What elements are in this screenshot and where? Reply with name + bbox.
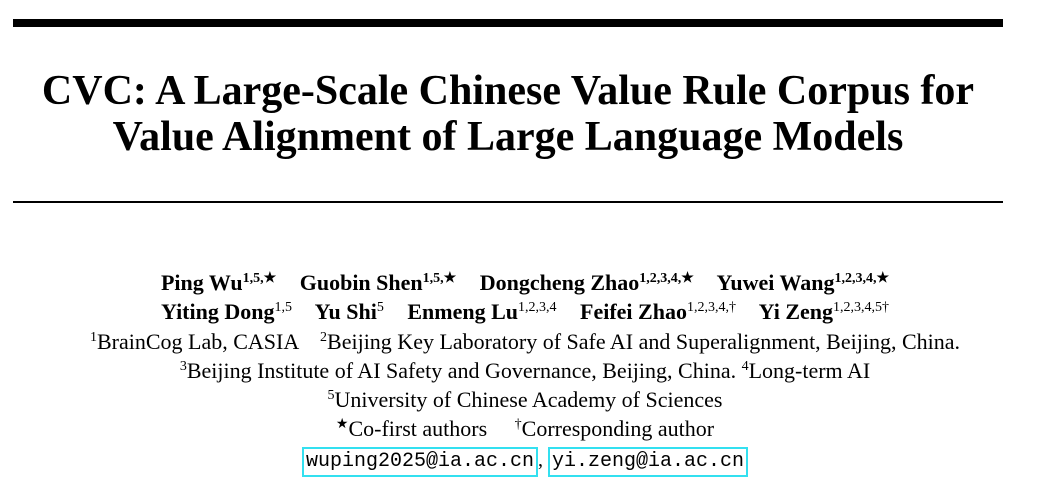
author-row-1: Ping Wu1,5,★ Guobin Shen1,5,★ Dongcheng … bbox=[0, 268, 1038, 297]
title-line-1: CVC: A Large-Scale Chinese Value Rule Co… bbox=[41, 68, 975, 114]
author-row-2: Yiting Dong1,5 Yu Shi5 Enmeng Lu1,2,3,4 … bbox=[0, 297, 1038, 326]
affiliation-3: Beijing Institute of AI Safety and Gover… bbox=[186, 358, 737, 383]
affiliation-5: University of Chinese Academy of Science… bbox=[334, 387, 723, 412]
dagger-icon: † bbox=[514, 417, 522, 432]
author: Enmeng Lu1,2,3,4 bbox=[407, 299, 557, 324]
affiliation-2: Beijing Key Laboratory of Safe AI and Su… bbox=[327, 329, 961, 354]
bottom-rule bbox=[13, 201, 1003, 203]
affiliation-4: Long-term AI bbox=[748, 358, 871, 383]
author: Yi Zeng1,2,3,4,5† bbox=[758, 299, 889, 324]
email-link-wuping[interactable]: wuping2025@ia.ac.cn bbox=[301, 447, 538, 477]
top-rule bbox=[13, 19, 1003, 27]
author-list: Ping Wu1,5,★ Guobin Shen1,5,★ Dongcheng … bbox=[0, 268, 1038, 326]
author: Feifei Zhao1,2,3,4,† bbox=[580, 299, 736, 324]
affiliations: 1BrainCog Lab, CASIA 2Beijing Key Labora… bbox=[0, 327, 1038, 443]
author: Yiting Dong1,5 bbox=[161, 299, 292, 324]
email-link-yizeng[interactable]: yi.zeng@ia.ac.cn bbox=[548, 447, 749, 477]
author-notes: ★Co-first authors †Corresponding author bbox=[335, 416, 715, 441]
affiliation-row-2: 3Beijing Institute of AI Safety and Gove… bbox=[179, 358, 871, 383]
author: Ping Wu1,5,★ bbox=[160, 270, 277, 295]
author: Guobin Shen1,5,★ bbox=[299, 270, 457, 295]
paper-title: CVC: A Large-Scale Chinese Value Rule Co… bbox=[0, 68, 1016, 160]
star-icon: ★ bbox=[335, 417, 349, 432]
email-list: wuping2025@ia.ac.cn, yi.zeng@ia.ac.cn bbox=[0, 446, 1038, 477]
affiliation-1: BrainCog Lab, CASIA bbox=[96, 329, 299, 354]
author: Dongcheng Zhao1,2,3,4,★ bbox=[479, 270, 694, 295]
affiliation-row-1: 1BrainCog Lab, CASIA 2Beijing Key Labora… bbox=[89, 329, 961, 354]
author: Yu Shi5 bbox=[314, 299, 384, 324]
author: Yuwei Wang1,2,3,4,★ bbox=[716, 270, 890, 295]
affiliation-row-3: 5University of Chinese Academy of Scienc… bbox=[327, 387, 723, 412]
title-line-2: Value Alignment of Large Language Models bbox=[112, 114, 904, 160]
